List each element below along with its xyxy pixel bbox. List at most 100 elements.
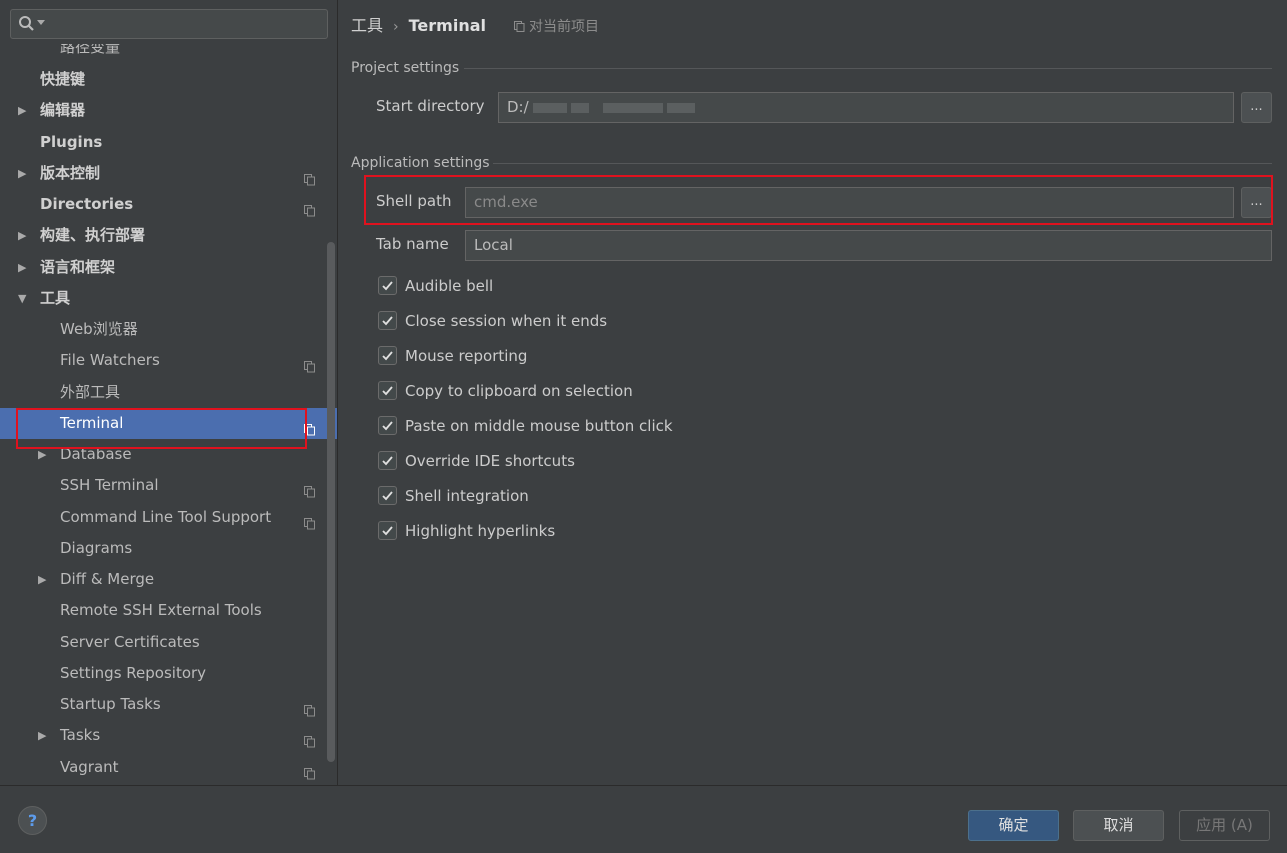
section-divider <box>464 68 1272 69</box>
apply-button[interactable]: 应用 (A) <box>1179 810 1270 841</box>
sidebar-item-label: 版本控制 <box>40 163 101 182</box>
checkmark-icon[interactable] <box>378 381 397 400</box>
expand-arrow-icon[interactable]: ▶ <box>38 720 46 751</box>
shell-path-placeholder: cmd.exe <box>474 193 538 211</box>
shell-path-input[interactable]: cmd.exe <box>465 187 1234 218</box>
start-directory-browse-button[interactable]: ... <box>1241 92 1272 123</box>
shell-path-browse-button[interactable]: ... <box>1241 187 1272 218</box>
start-directory-value: D:/ <box>507 98 529 116</box>
sidebar-item-label: Terminal <box>60 413 124 432</box>
expand-arrow-icon[interactable]: ▶ <box>18 95 26 126</box>
tab-name-input[interactable]: Local <box>465 230 1272 261</box>
sidebar-item-file-watchers[interactable]: File Watchers <box>0 345 337 376</box>
sidebar-item-label: Vagrant <box>60 757 119 776</box>
sidebar-item-label: Database <box>60 445 132 463</box>
sidebar-item-diff-merge[interactable]: ▶ Diff & Merge <box>0 564 337 595</box>
sidebar-item-zh-1[interactable]: ▶ 编辑器 <box>0 95 337 126</box>
sidebar-item-zh-6[interactable]: ▶ 语言和框架 <box>0 252 337 283</box>
sidebar-item-label: Startup Tasks <box>60 695 161 713</box>
dialog-footer: ? 确定 取消 应用 (A) <box>0 785 1287 853</box>
application-settings-header: Application settings <box>351 155 490 171</box>
checkbox-label: Paste on middle mouse button click <box>405 417 673 435</box>
sidebar-item-label: Command Line Tool Support <box>60 507 272 526</box>
sidebar-item-remote-ssh-external-tools[interactable]: Remote SSH External Tools <box>0 595 337 626</box>
sidebar-item-terminal[interactable]: Terminal <box>0 407 337 439</box>
sidebar-item-label: 编辑器 <box>40 101 86 120</box>
checkmark-icon[interactable] <box>378 451 397 470</box>
search-input[interactable] <box>49 12 321 36</box>
sidebar-item-startup-tasks[interactable]: Startup Tasks <box>0 689 337 720</box>
checkmark-icon[interactable] <box>378 416 397 435</box>
checkbox-label: Highlight hyperlinks <box>405 522 556 540</box>
sidebar-item-label: Tasks <box>60 726 101 745</box>
redacted-path-segment <box>666 102 695 113</box>
search-history-dropdown-icon[interactable] <box>37 20 45 25</box>
sidebar-item-label: Diff & Merge <box>60 570 155 588</box>
checkbox-label: Audible bell <box>405 277 494 295</box>
sidebar-item-web[interactable]: Web浏览器 <box>0 314 337 345</box>
checkbox-label: Override IDE shortcuts <box>405 452 575 470</box>
settings-search-box[interactable] <box>10 9 328 39</box>
sidebar-item-command-line-tool-support[interactable]: Command Line Tool Support <box>0 502 337 533</box>
redacted-path-segment <box>602 102 663 113</box>
sidebar-item-label: 快捷键 <box>40 70 86 88</box>
sidebar-item-database[interactable]: ▶ Database <box>0 439 337 470</box>
terminal-settings-panel: 工具 › Terminal 对当前项目 Project settings Start … <box>339 0 1287 785</box>
tree-scrollbar[interactable] <box>327 242 335 762</box>
expand-arrow-icon[interactable]: ▶ <box>18 220 26 251</box>
checkmark-icon[interactable] <box>378 311 397 330</box>
sidebar-item-tasks[interactable]: ▶ Tasks <box>0 720 337 751</box>
breadcrumb: 工具 › Terminal 对当前项目 <box>351 14 599 38</box>
sidebar-item-path-variables[interactable]: 路径变量 <box>60 44 120 56</box>
sidebar-item-zh-3[interactable]: ▶ 版本控制 <box>0 158 337 189</box>
start-directory-label: Start directory <box>376 97 485 115</box>
sidebar-item-zh-0[interactable]: 快捷键 <box>0 64 337 95</box>
expand-arrow-icon[interactable]: ▶ <box>18 252 26 283</box>
expand-arrow-icon[interactable]: ▶ <box>18 158 26 189</box>
checkbox-label: Shell integration <box>405 487 529 505</box>
sidebar-item-zh-10[interactable]: 外部工具 <box>0 377 337 408</box>
sidebar-item-label: Diagrams <box>60 538 133 557</box>
sidebar-item-plugins[interactable]: Plugins <box>0 127 337 158</box>
redacted-path-segment <box>532 102 567 113</box>
expand-arrow-icon[interactable]: ▶ <box>38 564 46 595</box>
checkbox-label: Mouse reporting <box>405 347 528 365</box>
tab-name-label: Tab name <box>376 235 449 253</box>
sidebar-item-label: Settings Repository <box>60 663 207 682</box>
ok-button[interactable]: 确定 <box>968 810 1059 841</box>
checkmark-icon[interactable] <box>378 346 397 365</box>
sidebar-item-label: 工具 <box>40 288 71 307</box>
shell-path-label: Shell path <box>376 192 452 210</box>
help-button[interactable]: ? <box>18 806 47 835</box>
checkbox-label: Close session when it ends <box>405 312 608 330</box>
checkmark-icon[interactable] <box>378 486 397 505</box>
sidebar-item-label: SSH Terminal <box>60 476 159 495</box>
page-title: Terminal <box>408 16 486 35</box>
project-scope-indicator: 对当前项目 <box>513 19 599 35</box>
sidebar-item-server-certificates[interactable]: Server Certificates <box>0 627 337 658</box>
sidebar-item-label: Plugins <box>40 132 103 151</box>
sidebar-item-directories[interactable]: Directories <box>0 189 337 220</box>
checkbox-label: Copy to clipboard on selection <box>405 382 633 400</box>
checkmark-icon[interactable] <box>378 276 397 295</box>
project-settings-header: Project settings <box>351 60 460 76</box>
sidebar-item-label: Remote SSH External Tools <box>60 601 262 620</box>
redacted-path-segment <box>570 102 589 113</box>
sidebar-item-label: Directories <box>40 195 134 213</box>
sidebar-item-ssh-terminal[interactable]: SSH Terminal <box>0 470 337 501</box>
sidebar-item-label: 构建、执行部署 <box>40 226 146 245</box>
sidebar-item-zh-7[interactable]: ▼ 工具 <box>0 283 337 314</box>
settings-tree-panel: 路径变量 快捷键 ▶ 编辑器 Plugins ▶ 版本控制 Directories ▶ 构建、执… <box>0 0 338 785</box>
start-directory-input[interactable]: D:/ <box>498 92 1234 123</box>
sidebar-item-zh-5[interactable]: ▶ 构建、执行部署 <box>0 220 337 251</box>
checkmark-icon[interactable] <box>378 521 397 540</box>
section-divider <box>493 163 1272 164</box>
expand-arrow-icon[interactable]: ▶ <box>38 439 46 470</box>
breadcrumb-parent: 工具 <box>351 16 384 35</box>
cancel-button[interactable]: 取消 <box>1073 810 1164 841</box>
breadcrumb-separator: › <box>393 19 399 35</box>
collapse-arrow-icon[interactable]: ▼ <box>18 283 26 314</box>
sidebar-item-settings-repository[interactable]: Settings Repository <box>0 658 337 689</box>
sidebar-item-diagrams[interactable]: Diagrams <box>0 533 337 564</box>
sidebar-item-vagrant[interactable]: Vagrant <box>0 752 337 783</box>
